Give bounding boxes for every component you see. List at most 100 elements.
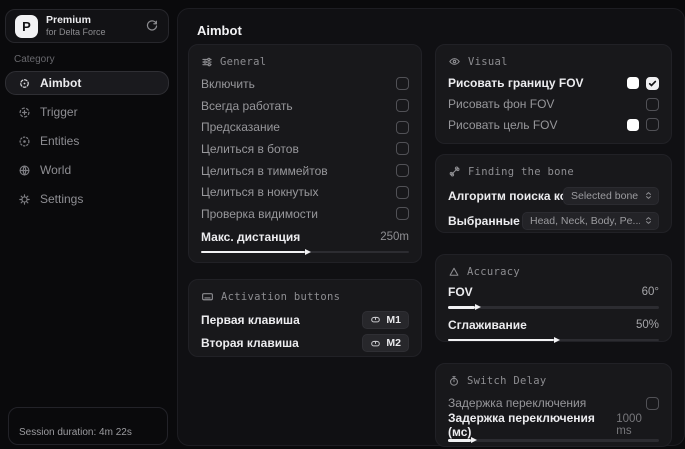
smoothing-label: Сглаживание — [448, 317, 527, 332]
switch-delay-checkbox[interactable] — [646, 396, 659, 410]
target-bots-checkbox[interactable] — [396, 142, 409, 156]
unfold-icon — [644, 190, 653, 201]
smoothing-value: 50% — [635, 318, 659, 331]
general-card-header: General — [201, 54, 409, 69]
accuracy-card: Accuracy FOV 60° Сглаживание 50% — [435, 254, 672, 342]
switch-delay-ms-label: Задержка переключения (мс) — [448, 411, 595, 439]
mouse-icon — [370, 314, 381, 325]
switch-delay-ms-row: Задержка переключения (мс) 1000 ms — [448, 411, 659, 439]
unfold-icon — [644, 215, 653, 226]
slider-fill[interactable] — [448, 439, 472, 442]
bone-card-header: Finding the bone — [448, 164, 659, 179]
sidebar-item-aimbot[interactable]: Aimbot — [5, 71, 169, 95]
timer-icon — [448, 375, 460, 387]
checkbox-row: Целиться в ботов — [201, 138, 409, 160]
session-duration-text: Session duration: 4m 22s — [19, 427, 132, 438]
selected-bones-row: Выбранные кости Head, Neck, Body, Pe... — [448, 208, 659, 233]
second-key-label: Вторая клавиша — [201, 336, 299, 351]
visual-row: Рисовать фон FOV — [448, 94, 659, 115]
fov-slider[interactable] — [448, 306, 659, 309]
fov-target-label: Рисовать цель FOV — [448, 117, 558, 132]
fov-background-checkbox[interactable] — [646, 97, 659, 111]
globe-icon — [18, 164, 31, 177]
premium-logo: P — [15, 14, 38, 38]
slider-fill[interactable] — [448, 306, 476, 309]
second-key-button[interactable]: M2 — [362, 334, 409, 353]
checkbox-label: Целиться в нокнутых — [201, 185, 319, 200]
sync-icon[interactable] — [145, 19, 159, 33]
visual-row: Рисовать цель FOV — [448, 114, 659, 135]
general-card-title: General — [220, 55, 267, 68]
visual-card-title: Visual — [468, 55, 508, 68]
checkbox-row: Целиться в тиммейтов — [201, 160, 409, 182]
bone-algorithm-value: Selected bone — [571, 189, 639, 202]
sidebar-item-label: Aimbot — [40, 76, 82, 90]
visibility-check-checkbox[interactable] — [396, 207, 409, 221]
keybind-row: Вторая клавиша M2 — [201, 332, 409, 356]
enable-checkbox[interactable] — [396, 77, 409, 91]
page-title: Aimbot — [197, 23, 242, 38]
checkbox-row: Предсказание — [201, 116, 409, 138]
selected-bones-value: Head, Neck, Body, Pe... — [530, 214, 640, 227]
visual-row: Рисовать границу FOV — [448, 73, 659, 94]
session-duration-box: Session duration: 4m 22s — [8, 407, 168, 445]
bone-algorithm-select[interactable]: Selected bone — [563, 186, 659, 205]
finding-bone-card: Finding the bone Алгоритм поиска костей … — [435, 154, 672, 233]
max-distance-slider[interactable] — [201, 250, 409, 254]
bone-card-title: Finding the bone — [468, 165, 574, 178]
fov-target-color-swatch[interactable] — [627, 118, 639, 131]
switch-delay-toggle-label: Задержка переключения — [448, 396, 587, 410]
sidebar-item-settings[interactable]: Settings — [5, 187, 169, 211]
sidebar-item-trigger[interactable]: Trigger — [5, 100, 169, 124]
checkbox-label: Целиться в тиммейтов — [201, 163, 328, 178]
sidebar-item-entities[interactable]: Entities — [5, 129, 169, 153]
smoothing-slider[interactable] — [448, 338, 659, 341]
second-key-value: M2 — [386, 337, 401, 350]
sidebar-item-world[interactable]: World — [5, 158, 169, 182]
fov-border-color-swatch[interactable] — [627, 77, 639, 90]
checkbox-row: Проверка видимости — [201, 203, 409, 225]
eye-icon — [448, 55, 461, 68]
target-knocked-checkbox[interactable] — [396, 185, 409, 199]
slider-fill[interactable] — [201, 250, 305, 254]
target-teammates-checkbox[interactable] — [396, 164, 409, 178]
switch-delay-slider[interactable] — [448, 439, 659, 442]
visual-card-header: Visual — [448, 54, 659, 69]
smoothing-slider-group: Сглаживание 50% — [448, 316, 659, 341]
gear-icon — [18, 193, 31, 206]
accuracy-card-title: Accuracy — [467, 265, 520, 278]
checkbox-label: Предсказание — [201, 120, 280, 135]
fov-slider-group: FOV 60° — [448, 283, 659, 309]
slider-fill[interactable] — [448, 338, 554, 341]
fov-label: FOV — [448, 285, 473, 299]
premium-title: Premium — [46, 14, 91, 27]
max-distance-row: Макс. дистанция 250m — [201, 228, 409, 246]
first-key-button[interactable]: M1 — [362, 310, 409, 329]
scan-icon — [18, 135, 31, 148]
fov-border-label: Рисовать границу FOV — [448, 76, 584, 91]
premium-card[interactable]: P Premium for Delta Force — [5, 9, 169, 43]
checkbox-row: Всегда работать — [201, 95, 409, 117]
general-card: General Включить Всегда работать Предска… — [188, 44, 422, 263]
app-window: P Premium for Delta Force Category Aimbo… — [0, 0, 685, 449]
premium-subtitle: for Delta Force — [46, 26, 106, 37]
fov-target-checkbox[interactable] — [646, 118, 659, 132]
sidebar-item-label: Settings — [40, 192, 84, 206]
accuracy-card-header: Accuracy — [448, 264, 659, 279]
keybind-row: Первая клавиша M1 — [201, 308, 409, 332]
main-panel: Aimbot General Включить Всегда работать — [177, 8, 685, 447]
sidebar-item-label: Trigger — [40, 105, 78, 119]
always-work-checkbox[interactable] — [396, 99, 409, 113]
fov-background-label: Рисовать фон FOV — [448, 97, 555, 112]
checkbox-label: Всегда работать — [201, 98, 293, 113]
prediction-checkbox[interactable] — [396, 120, 409, 134]
max-distance-label: Макс. дистанция — [201, 229, 301, 244]
switch-delay-card-header: Switch Delay — [448, 373, 659, 388]
sidebar-nav: Aimbot Trigger Entities World Settings — [5, 71, 169, 216]
bone-icon — [448, 165, 461, 178]
checkbox-label: Проверка видимости — [201, 206, 318, 221]
selected-bones-select[interactable]: Head, Neck, Body, Pe... — [522, 211, 659, 230]
crosshair-icon — [18, 77, 31, 90]
fov-border-checkbox[interactable] — [646, 76, 659, 90]
switch-delay-ms-value: 1000 ms — [616, 413, 642, 437]
